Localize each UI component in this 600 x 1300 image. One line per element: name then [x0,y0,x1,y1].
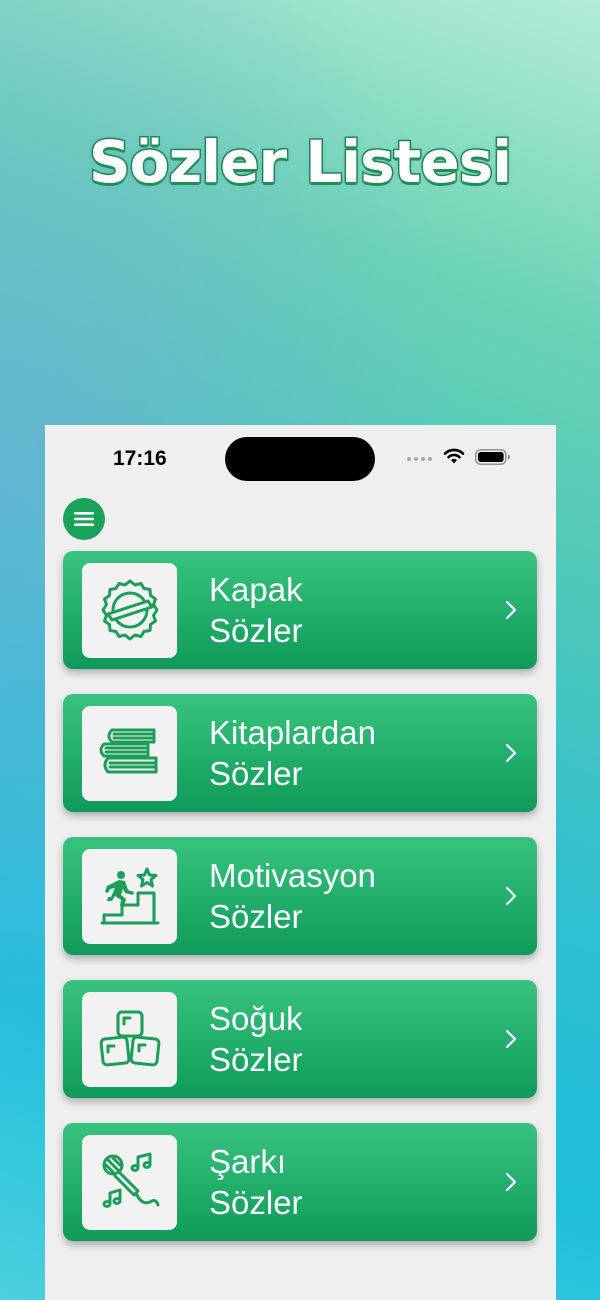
hamburger-icon [74,512,94,526]
card-icon-box [82,1135,177,1230]
wifi-icon [443,448,465,464]
books-stack-icon [99,728,157,773]
status-bar: 17:16 [45,425,556,495]
card-icon-box [82,992,177,1087]
card-title: Şarkı Sözler [209,1143,303,1221]
category-card-kapak[interactable]: Kapak Sözler [63,551,537,669]
microphone-notes-icon [102,1152,159,1208]
ice-cubes-icon [99,1010,160,1066]
chevron-right-icon [505,743,517,763]
chevron-right-icon [505,1029,517,1049]
card-title: Motivasyon Sözler [209,857,376,935]
category-card-kitaplardan[interactable]: Kitaplardan Sözler [63,694,537,812]
dynamic-island [225,437,375,481]
phone-screen: 17:16 Kapak Sözler Kitaplardan Sözler Mo… [45,425,556,1300]
page-headline: Sözler Listesi [87,127,513,198]
card-icon-box [82,849,177,944]
chevron-right-icon [505,1172,517,1192]
card-title: Kapak Sözler [209,571,303,649]
chevron-right-icon [505,600,517,620]
stairs-star-icon [100,867,159,924]
card-icon-box [82,706,177,801]
chevron-right-icon [505,886,517,906]
card-icon-box [82,563,177,658]
category-list: Kapak Sözler Kitaplardan Sözler Motivasy… [63,551,537,1266]
menu-button[interactable] [63,498,105,540]
signal-dots-icon [407,457,432,461]
battery-icon [475,449,510,465]
category-card-motivasyon[interactable]: Motivasyon Sözler [63,837,537,955]
card-title: Soğuk Sözler [209,1000,303,1078]
category-card-sarki[interactable]: Şarkı Sözler [63,1123,537,1241]
status-time: 17:16 [113,447,167,470]
card-title: Kitaplardan Sözler [209,714,376,792]
category-card-soguk[interactable]: Soğuk Sözler [63,980,537,1098]
badge-seal-icon [101,579,158,640]
